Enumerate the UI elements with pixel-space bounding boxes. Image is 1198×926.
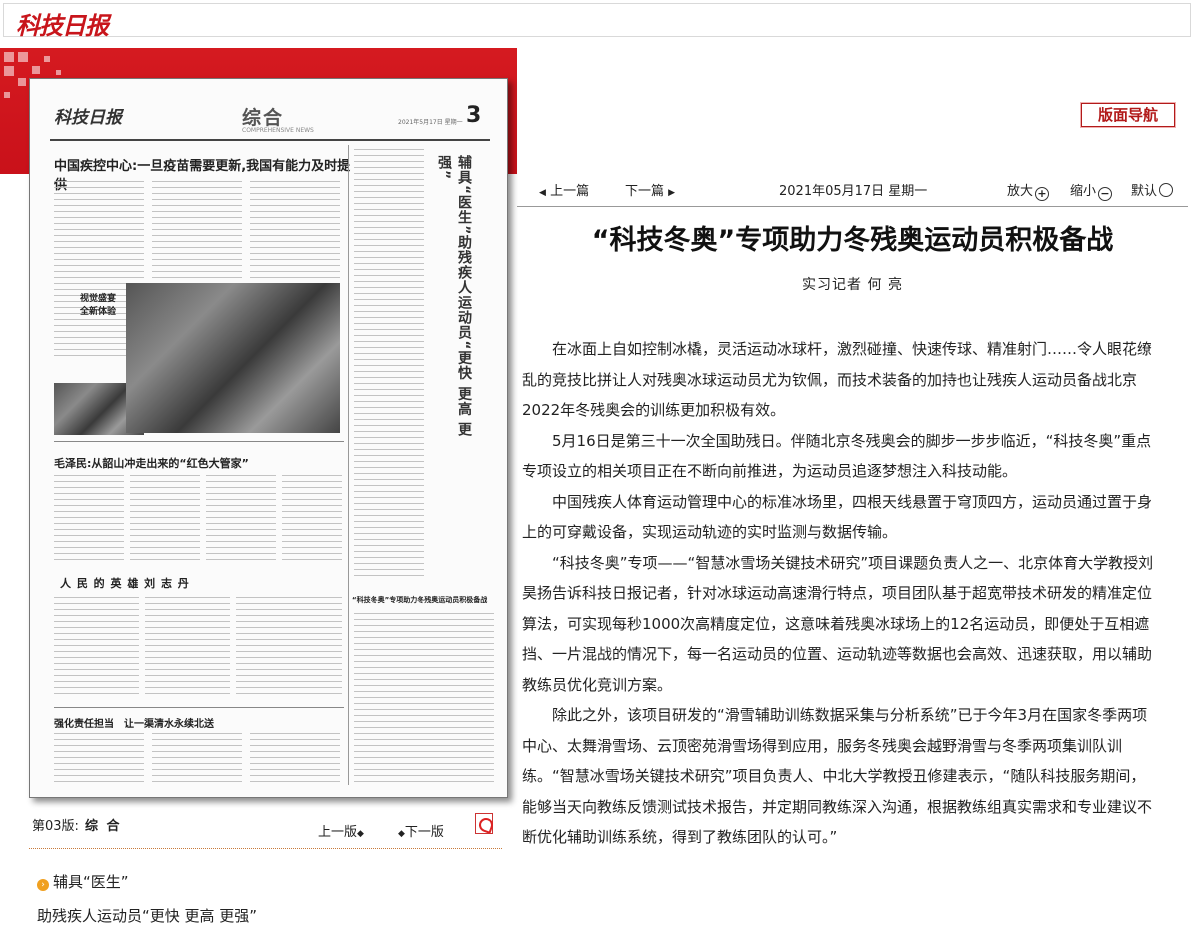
article-toolbar: ◀ 上一篇 下一篇 ▶ 2021年05月17日 星期一 放大 + 缩小 − 默认 — [517, 178, 1188, 207]
newspaper-section-en: COMPREHENSIVE NEWS — [242, 127, 314, 134]
news-photo-main — [126, 283, 340, 433]
default-size-button[interactable]: 默认 — [1131, 180, 1174, 199]
page-info-label: 第03版: — [32, 819, 79, 834]
pdf-icon[interactable] — [475, 813, 493, 834]
date-label: 2021年05月17日 星期一 — [779, 184, 928, 199]
zoom-out-button[interactable]: 缩小 − — [1070, 180, 1113, 201]
site-logo[interactable]: 科技日报 — [16, 6, 109, 41]
prev-article-link[interactable]: ◀ 上一篇 — [539, 180, 589, 199]
newspaper-vertical-headline[interactable]: 辅具“医生”助残疾人运动员“更快 更高 更强” — [434, 155, 474, 455]
article-body: 在冰面上自如控制冰橇，灵活运动冰球杆，激烈碰撞、快速传球、精准射门……令人眼花缭… — [522, 334, 1156, 853]
page-navigation-button[interactable]: 版面导航 — [1081, 103, 1175, 127]
newspaper-page-number: 3 — [466, 103, 482, 128]
triangle-right-icon: ▶ — [668, 188, 676, 198]
zoom-in-button[interactable]: 放大 + — [1007, 180, 1050, 201]
minus-icon: − — [1098, 187, 1113, 201]
newspaper-page-meta: 2021年5月17日 星期一 — [398, 119, 463, 126]
article-list: › 辅具“医生” 助残疾人运动员“更快 更高 更强” — [29, 848, 502, 925]
newspaper-headline[interactable]: 人 民 的 英 雄 刘 志 丹 — [60, 575, 190, 591]
article-paragraph: 中国残疾人体育运动管理中心的标准冰场里，四根天线悬置于穹顶四方，运动员通过置于身… — [522, 492, 1153, 542]
next-page-link[interactable]: ◆下一版 — [398, 821, 444, 840]
page-info-section: 综 合 — [84, 819, 122, 834]
diamond-left-icon: ◆ — [357, 829, 364, 839]
article-paragraph: “科技冬奥”专项——“智慧冰雪场关键技术研究”项目课题负责人之一、北京体育大学教… — [522, 553, 1154, 694]
list-item[interactable]: › 辅具“医生” — [37, 871, 129, 892]
newspaper-headline[interactable]: 强化责任担当 让一渠清水永续北送 — [54, 715, 214, 730]
article-paragraph: 在冰面上自如控制冰橇，灵活运动冰球杆，激烈碰撞、快速传球、精准射门……令人眼花缭… — [522, 340, 1153, 419]
newspaper-page-thumbnail[interactable]: 科技日报 综合 COMPREHENSIVE NEWS 2021年5月17日 星期… — [29, 78, 508, 798]
arrow-bullet-icon: › — [37, 879, 49, 891]
newspaper-section: 综合 — [242, 107, 285, 129]
top-bar: 科技日报 — [3, 3, 1191, 40]
newspaper-masthead: 科技日报 — [54, 108, 122, 128]
newspaper-headline[interactable]: 视觉盛宴 全新体验 — [80, 293, 116, 319]
plus-icon: + — [1035, 187, 1050, 201]
triangle-left-icon: ◀ — [539, 188, 546, 198]
article-title: “科技冬奥”专项助力冬残奥运动员积极备战 — [591, 225, 1114, 256]
article-paragraph: 除此之外，该项目研发的“滑雪辅助训练数据采集与分析系统”已于今年3月在国家冬季两… — [522, 706, 1153, 846]
diamond-right-icon: ◆ — [398, 829, 405, 839]
list-item[interactable]: 助残疾人运动员“更快 更高 更强” — [37, 905, 257, 926]
newspaper-headline[interactable]: 毛泽民:从韶山冲走出来的“红色大管家” — [54, 455, 249, 471]
next-article-link[interactable]: 下一篇 ▶ — [625, 180, 675, 199]
circle-icon — [1159, 183, 1174, 197]
page-info: 第03版: 综 合 — [32, 815, 121, 834]
newspaper-headline[interactable]: “科技冬奥”专项助力冬残奥运动员积极备战 — [352, 595, 502, 605]
article-paragraph: 5月16日是第三十一次全国助残日。伴随北京冬残奥会的脚步一步步临近，“科技冬奥”… — [522, 431, 1152, 481]
newspaper-rule — [50, 139, 490, 141]
prev-page-link[interactable]: 上一版◆ — [318, 821, 364, 840]
article-author: 实习记者 何 亮 — [802, 277, 903, 293]
